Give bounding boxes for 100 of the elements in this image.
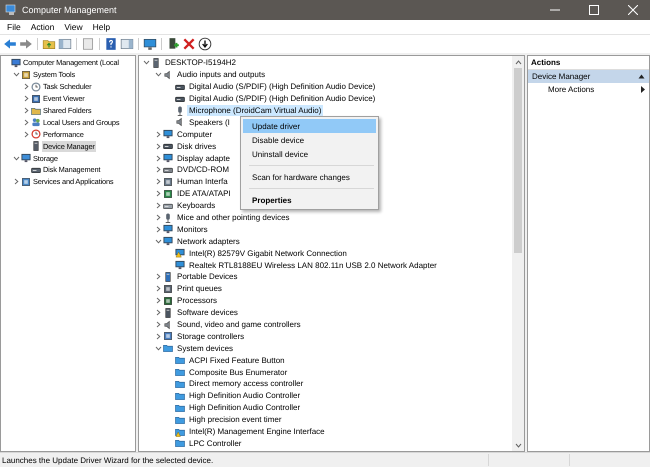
portable-device-icon (163, 272, 173, 282)
chevron-icon[interactable] (154, 214, 162, 222)
tree-item[interactable]: Composite Bus Enumerator (187, 366, 290, 378)
chevron-icon[interactable] (22, 83, 30, 90)
menu-item[interactable]: File (2, 22, 26, 32)
tree-item[interactable]: Microphone (DroidCam Virtual Audio) (187, 105, 324, 116)
delete-icon[interactable] (182, 37, 196, 51)
chevron-icon[interactable] (154, 285, 162, 292)
tree-item[interactable]: DESKTOP-I5194H2 (163, 57, 238, 68)
tree-item[interactable]: System devices (175, 342, 236, 354)
menu-item[interactable]: Scan for hardware changes (243, 170, 376, 184)
tree-item[interactable]: Audio inputs and outputs (175, 69, 268, 80)
chevron-icon[interactable] (12, 71, 20, 78)
help-icon[interactable] (104, 37, 118, 51)
chevron-icon[interactable] (12, 178, 20, 186)
tree-item[interactable]: Computer (175, 128, 214, 140)
tree-item[interactable]: High precision event timer (187, 414, 284, 426)
scrollbar[interactable] (512, 56, 524, 451)
tree-item[interactable]: High Definition Audio Controller (187, 402, 302, 414)
status-text: Launches the Update Driver Wizard for the selected device. (2, 456, 214, 464)
microphone-icon (175, 106, 185, 116)
tree-item[interactable]: Digital Audio (S/PDIF) (High Definition Audio Device) (187, 93, 378, 104)
chevron-icon[interactable] (154, 321, 162, 328)
tree-item[interactable]: LPC Controller (187, 438, 244, 449)
tree-item[interactable]: Software devices (175, 307, 240, 318)
chevron-icon[interactable] (22, 130, 30, 138)
tree-item[interactable]: Mice and other pointing devices (175, 212, 292, 224)
menu-item[interactable]: Action (26, 22, 60, 32)
chevron-icon[interactable] (154, 202, 162, 210)
tree-item[interactable]: Display adapte (175, 152, 232, 164)
app-icon (5, 4, 17, 16)
network-icon (175, 260, 185, 270)
chevron-icon[interactable] (22, 95, 30, 102)
performance-icon (31, 129, 41, 140)
scroll-up-icon[interactable] (514, 60, 522, 64)
chevron-icon[interactable] (154, 273, 162, 280)
tree-item[interactable]: Human Interfa (175, 176, 230, 188)
menu-item[interactable]: Uninstall device (243, 147, 376, 161)
system-device-icon (175, 378, 185, 389)
menu-item[interactable]: Disable device (243, 133, 376, 147)
console-tree-icon[interactable] (58, 37, 72, 51)
maximize-icon[interactable] (589, 5, 599, 15)
menu-item[interactable]: View (59, 22, 88, 32)
system-device-icon (175, 355, 185, 366)
collapse-icon[interactable] (638, 74, 645, 79)
chevron-icon[interactable] (22, 118, 30, 126)
chevron-icon[interactable] (154, 226, 162, 233)
tree-item[interactable]: Speakers (I (187, 116, 232, 128)
chevron-icon[interactable] (154, 309, 162, 316)
chevron-icon[interactable] (154, 190, 162, 198)
chevron-icon[interactable] (154, 71, 162, 78)
tree-item[interactable]: Intel(R) Management Engine Interface (187, 426, 327, 438)
tree-item[interactable]: Realtek RTL8188EU Wireless LAN 802.11n USB 2.0 Network Adapter (187, 260, 439, 271)
chevron-icon[interactable] (154, 344, 162, 352)
folder-up-icon[interactable] (42, 37, 56, 51)
chevron-icon[interactable] (154, 332, 162, 340)
chevron-icon[interactable] (142, 59, 150, 66)
tree-item[interactable]: DVD/CD-ROM (175, 164, 231, 176)
tree-item[interactable]: High Definition Audio Controller (187, 390, 302, 402)
chevron-icon[interactable] (154, 297, 162, 304)
action-item[interactable]: More Actions (528, 83, 649, 96)
tree-item[interactable]: Direct memory access controller (187, 378, 306, 390)
tree-item[interactable]: Storage controllers (175, 330, 246, 342)
chevron-icon[interactable] (154, 154, 162, 162)
scroll-down-icon[interactable] (514, 442, 522, 448)
computer-icon (151, 58, 161, 68)
chevron-icon[interactable] (154, 142, 162, 150)
tree-item[interactable]: Sound, video and game controllers (175, 319, 303, 330)
tree-item[interactable]: Keyboards (175, 200, 218, 212)
tree-item[interactable]: Portable Devices (175, 271, 240, 282)
chevron-icon[interactable] (22, 107, 30, 114)
monitor-icon[interactable] (143, 37, 157, 51)
computer-management-icon (11, 58, 21, 68)
chevron-icon[interactable] (154, 166, 162, 174)
menu-item[interactable]: Properties (243, 193, 376, 207)
back-arrow-icon[interactable] (3, 37, 17, 51)
section-header[interactable]: Device Manager (528, 70, 649, 83)
chevron-icon[interactable] (12, 154, 20, 162)
chevron-icon[interactable] (154, 178, 162, 186)
tree-item[interactable]: Disk drives (175, 140, 218, 152)
chevron-icon[interactable] (154, 238, 162, 245)
action-pane-icon[interactable] (120, 37, 134, 51)
chevron-icon[interactable] (154, 130, 162, 138)
tree-item[interactable]: Digital Audio (S/PDIF) (High Definition Audio Device) (187, 81, 378, 92)
tree-item[interactable]: Print queues (175, 283, 224, 294)
system-device-icon (175, 367, 185, 378)
tree-item[interactable]: ACPI Fixed Feature Button (187, 354, 287, 366)
tree-item[interactable]: Processors (175, 295, 220, 306)
download-icon[interactable] (198, 37, 212, 51)
system-device-icon (175, 390, 185, 401)
close-icon[interactable] (628, 5, 638, 15)
software-device-icon (163, 308, 173, 318)
menu-item[interactable]: Help (88, 22, 116, 32)
tree-item[interactable]: Monitors (175, 224, 210, 235)
folder-icon (31, 106, 41, 116)
tree-item[interactable]: IDE ATA/ATAPI (175, 188, 233, 200)
menu-item[interactable]: Update driver (243, 119, 376, 133)
tree-item[interactable]: Intel(R) 82579V Gigabit Network Connection (187, 248, 349, 259)
forward-arrow-icon[interactable] (19, 37, 33, 51)
tree-item[interactable]: Network adapters (175, 236, 242, 247)
